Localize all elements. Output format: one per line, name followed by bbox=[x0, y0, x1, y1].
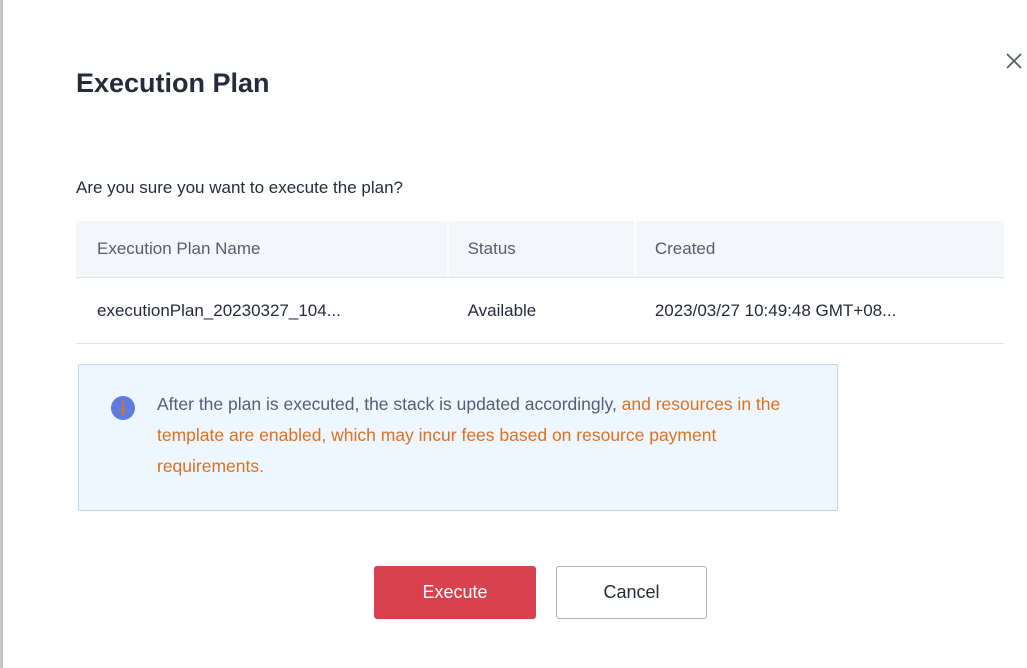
execution-plan-dialog: Execution Plan Are you sure you want to … bbox=[3, 0, 1027, 668]
execution-plan-table: Execution Plan Name Status Created execu… bbox=[76, 221, 1004, 344]
column-header-created: Created bbox=[633, 221, 1004, 278]
close-button[interactable] bbox=[999, 46, 1027, 76]
execute-button[interactable]: Execute bbox=[374, 566, 536, 619]
cell-status: Available bbox=[446, 277, 634, 344]
notice-text-normal: After the plan is executed, the stack is… bbox=[157, 394, 622, 414]
cell-created: 2023/03/27 10:49:48 GMT+08... bbox=[633, 277, 1004, 344]
table-row: executionPlan_20230327_104... Available … bbox=[76, 277, 1004, 344]
cell-plan-name: executionPlan_20230327_104... bbox=[76, 277, 447, 344]
info-icon bbox=[111, 396, 135, 420]
column-header-name: Execution Plan Name bbox=[76, 221, 447, 278]
confirmation-question: Are you sure you want to execute the pla… bbox=[76, 178, 403, 197]
close-icon bbox=[1006, 53, 1022, 69]
plan-name-text: executionPlan_20230327_104... bbox=[97, 300, 341, 320]
notice-text: After the plan is executed, the stack is… bbox=[157, 389, 817, 482]
table-header-row: Execution Plan Name Status Created bbox=[76, 221, 1004, 278]
info-notice: After the plan is executed, the stack is… bbox=[78, 364, 838, 511]
column-header-status: Status bbox=[446, 221, 634, 278]
cancel-button[interactable]: Cancel bbox=[556, 566, 707, 619]
dialog-title: Execution Plan bbox=[76, 68, 270, 98]
